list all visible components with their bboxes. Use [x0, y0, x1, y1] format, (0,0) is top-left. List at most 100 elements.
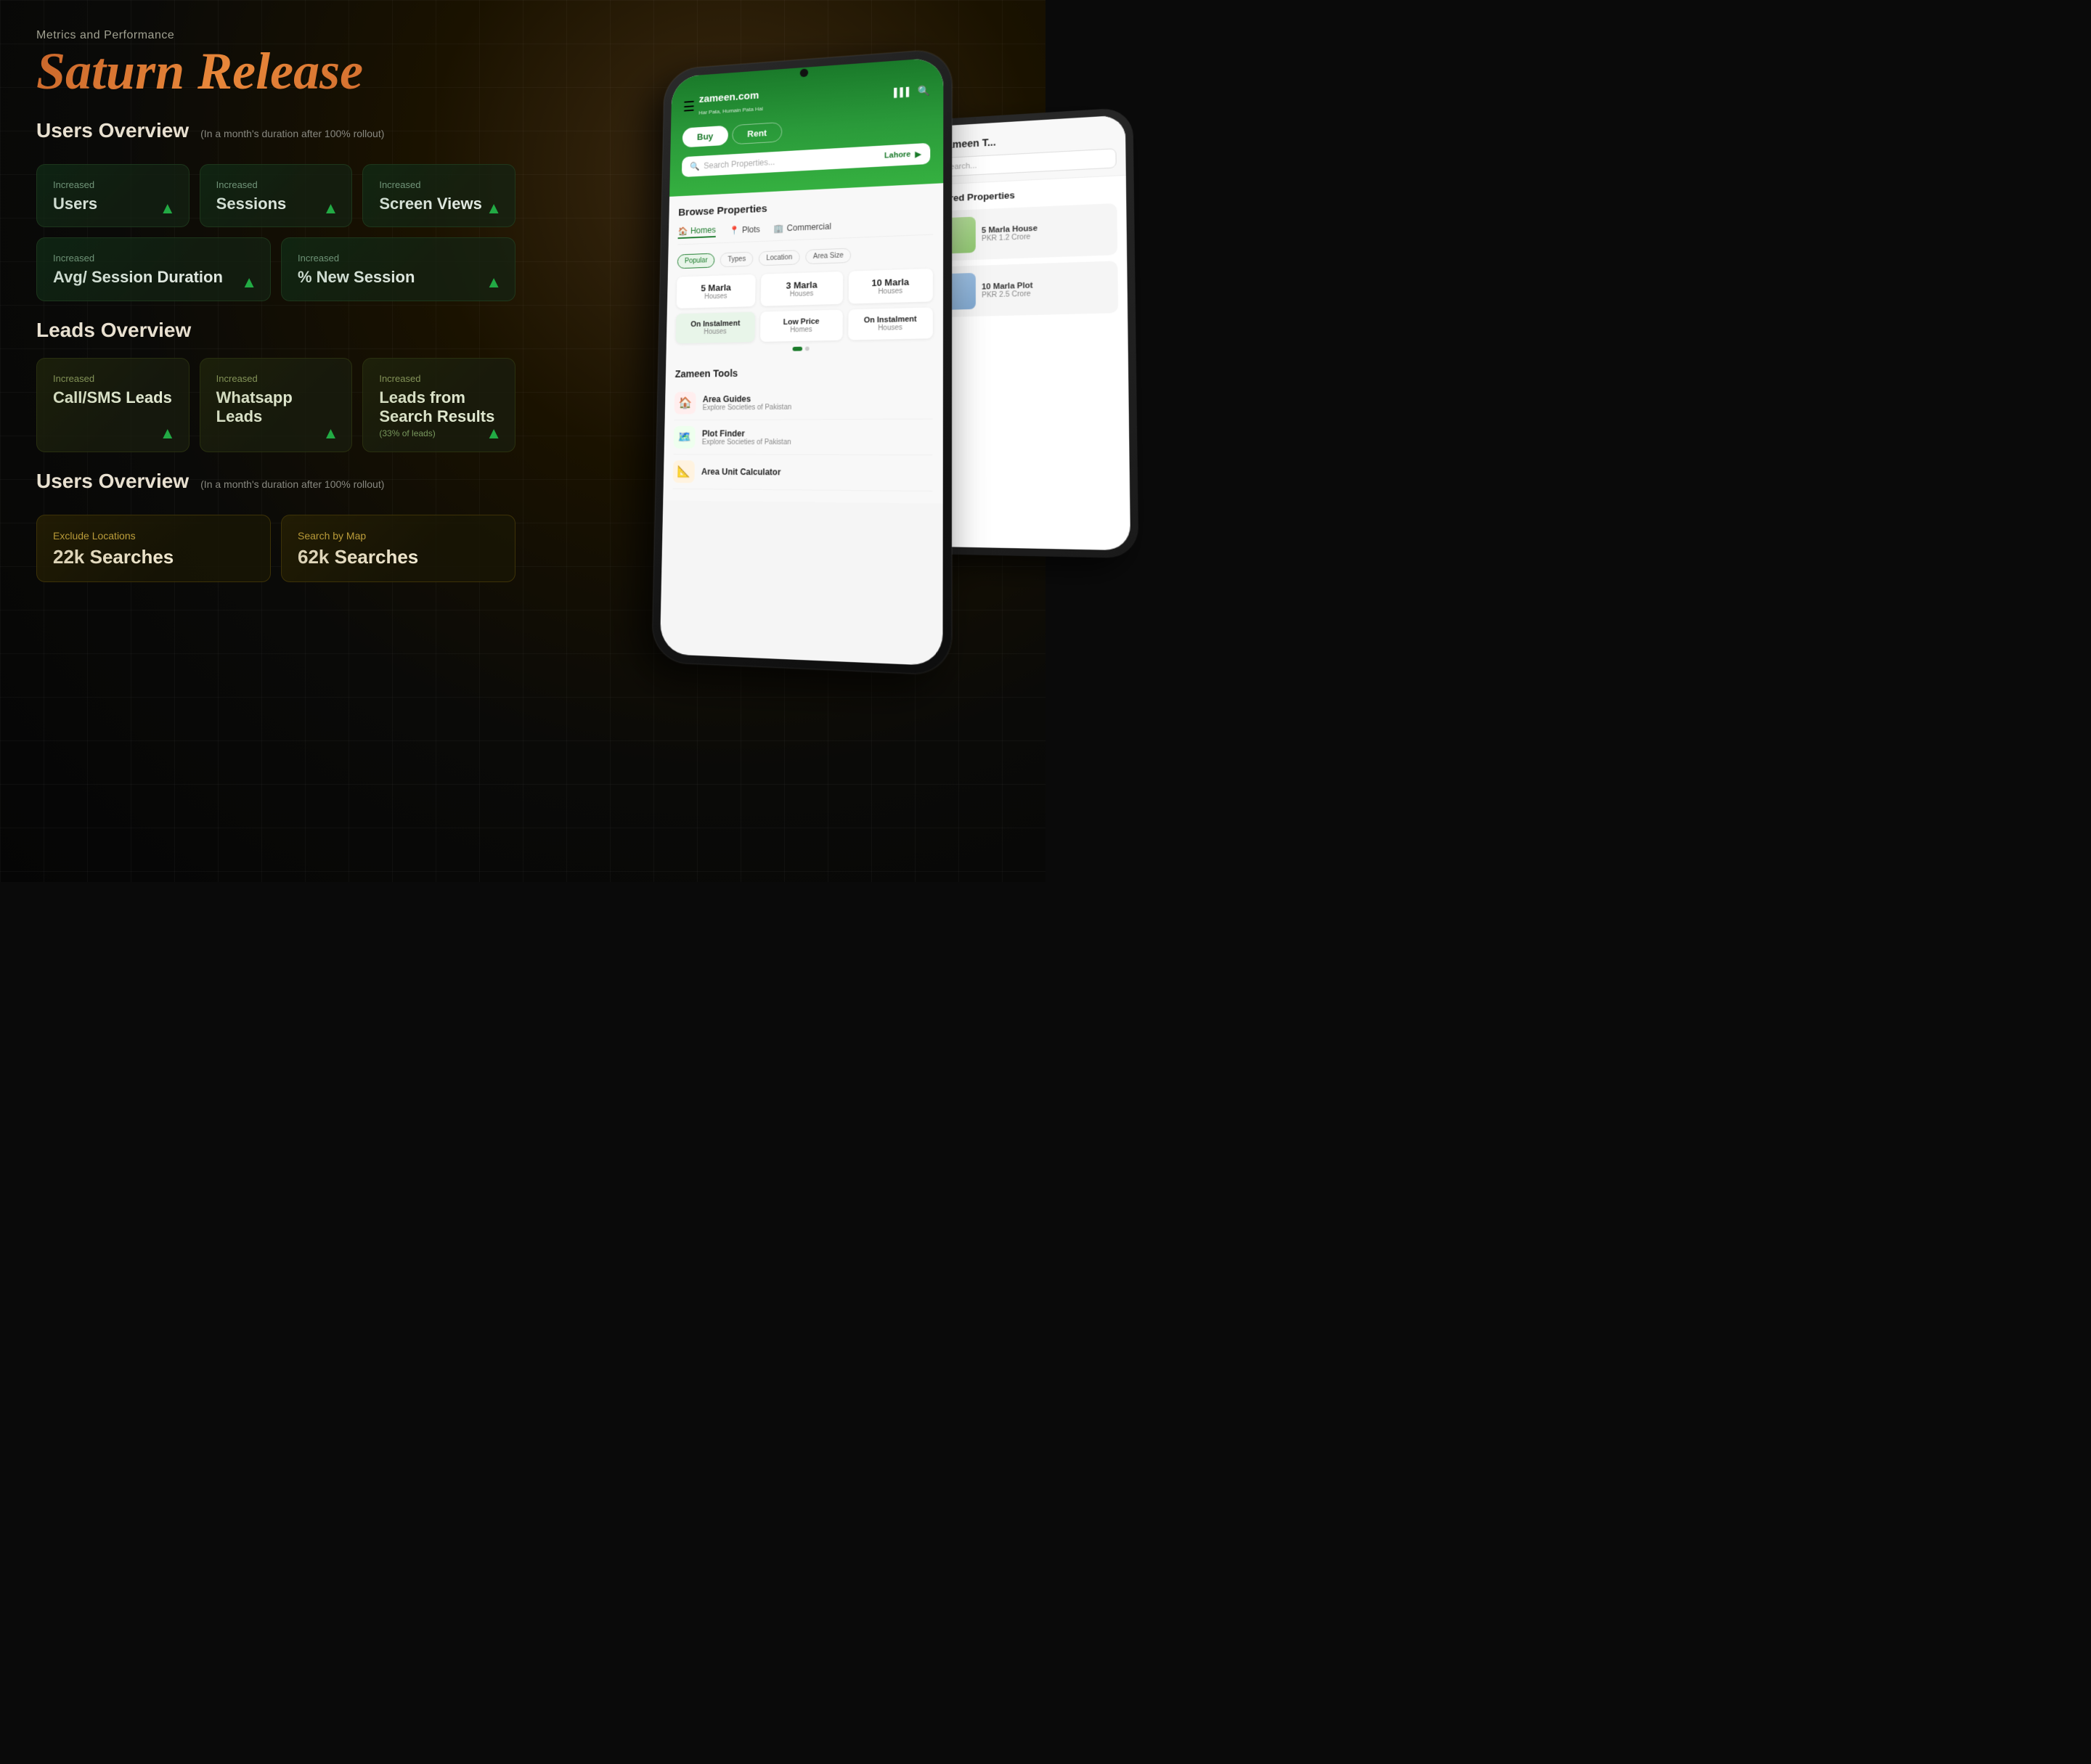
prop-card-lowprice[interactable]: Low Price Homes — [760, 310, 842, 342]
card-avg-arrow: ▲ — [241, 274, 257, 290]
prop-card-instalment2[interactable]: On Instalment Houses — [848, 307, 933, 340]
area-calc-icon: 📐 — [673, 460, 695, 483]
plot-finder-sub: Explore Societies of Pakistan — [702, 438, 791, 446]
card-map-label: Search by Map — [298, 530, 499, 542]
plot-finder-name: Plot Finder — [702, 428, 791, 438]
card-users-label: Increased — [53, 179, 173, 190]
users-section-subtitle: (In a month's duration after 100% rollou… — [200, 128, 384, 139]
tool-area-guides[interactable]: 🏠 Area Guides Explore Societies of Pakis… — [674, 383, 932, 420]
search-bar-icon: 🔍 — [690, 161, 700, 171]
card-call-label: Increased — [53, 373, 173, 384]
phone-screen: ☰ zameen.com Har Pata, Humain Pata Hai ▌… — [660, 57, 944, 666]
users-cards-row2: Increased Avg/ Session Duration ▲ Increa… — [36, 237, 515, 301]
buy-tab[interactable]: Buy — [682, 126, 728, 148]
filter-row: Popular Types Location Area Size — [677, 245, 933, 269]
card-leads-search-title: Leads from Search Results — [379, 388, 499, 427]
card-avg-session: Increased Avg/ Session Duration ▲ — [36, 237, 271, 301]
prop-10marla-type: Houses — [854, 287, 927, 297]
prop-tab-commercial[interactable]: 🏢 Commercial — [774, 220, 831, 235]
leads-section-header: Leads Overview — [36, 319, 515, 346]
tools-section: Zameen Tools 🏠 Area Guides Explore Socie… — [673, 364, 933, 491]
tools-title: Zameen Tools — [675, 364, 933, 380]
tool-plot-finder[interactable]: 🗺️ Plot Finder Explore Societies of Paki… — [674, 420, 933, 456]
card-new-session-label: Increased — [298, 253, 499, 264]
card-sessions-title: Sessions — [216, 195, 336, 213]
phone-back-title: Featured Properties — [924, 185, 1117, 205]
plots-icon: 📍 — [729, 225, 739, 235]
phone-container: ☰ Zameen T... 🔍 Search... Featured Prope… — [648, 39, 1077, 871]
app-logo-row: ☰ zameen.com Har Pata, Humain Pata Hai ▌… — [683, 78, 931, 119]
phone-back-card1-price: PKR 1.2 Crore — [982, 232, 1038, 242]
property-tabs: 🏠 Homes 📍 Plots 🏢 Commercial — [677, 216, 933, 245]
users-overview-section: Users Overview (In a month's duration af… — [36, 119, 515, 301]
search-section-title: Users Overview — [36, 470, 189, 493]
prop-card-10marla[interactable]: 10 Marla Houses — [848, 269, 933, 304]
filter-area-size[interactable]: Area Size — [805, 248, 851, 265]
card-new-session: Increased % New Session ▲ — [281, 237, 515, 301]
card-sessions-label: Increased — [216, 179, 336, 190]
prop-card-3marla[interactable]: 3 Marla Houses — [761, 271, 843, 306]
filter-popular[interactable]: Popular — [677, 253, 715, 269]
hamburger-icon: ☰ — [683, 98, 696, 115]
subtitle: Metrics and Performance — [36, 29, 515, 42]
users-section-title: Users Overview — [36, 119, 189, 142]
search-section-subtitle: (In a month's duration after 100% rollou… — [200, 478, 384, 490]
signal-bars-icon: ▌▌▌ — [894, 86, 912, 97]
prop-card-5marla[interactable]: 5 Marla Houses — [677, 274, 756, 309]
app-header: ☰ zameen.com Har Pata, Humain Pata Hai ▌… — [669, 57, 943, 197]
users-cards-row1: Increased Users ▲ Increased Sessions ▲ I… — [36, 164, 515, 227]
search-bar[interactable]: 🔍 Search Properties... Lahore ▶ — [682, 143, 930, 177]
leads-cards-row: Increased Call/SMS Leads ▲ Increased Wha… — [36, 358, 515, 452]
area-guides-name: Area Guides — [703, 393, 792, 404]
card-avg-label: Increased — [53, 253, 254, 264]
area-calc-name: Area Unit Calculator — [701, 467, 781, 477]
plot-finder-icon: 🗺️ — [674, 426, 696, 449]
phone-main: ☰ zameen.com Har Pata, Humain Pata Hai ▌… — [651, 48, 952, 675]
card-sessions: Increased Sessions ▲ — [200, 164, 353, 227]
phone-back-card1: 5 Marla House PKR 1.2 Crore — [924, 203, 1117, 261]
commercial-icon: 🏢 — [774, 224, 784, 234]
card-whatsapp-title: Whatsapp Leads — [216, 388, 336, 427]
card-call-sms: Increased Call/SMS Leads ▲ — [36, 358, 189, 452]
tool-area-calc[interactable]: 📐 Area Unit Calculator — [673, 454, 933, 491]
card-sessions-arrow: ▲ — [323, 200, 339, 216]
dot-1 — [793, 347, 803, 351]
leads-overview-section: Leads Overview Increased Call/SMS Leads … — [36, 319, 515, 452]
card-map-title: 62k Searches — [298, 546, 499, 568]
card-exclude-label: Exclude Locations — [53, 530, 254, 542]
card-new-session-title: % New Session — [298, 268, 499, 287]
card-exclude-title: 22k Searches — [53, 546, 254, 568]
location-arrow-icon: ▶ — [915, 149, 921, 159]
home-icon: 🏠 — [678, 226, 688, 237]
prop-tab-plots[interactable]: 📍 Plots — [729, 223, 760, 237]
card-users: Increased Users ▲ — [36, 164, 189, 227]
filter-location[interactable]: Location — [759, 250, 800, 266]
search-overview-section: Users Overview (In a month's duration af… — [36, 470, 515, 582]
phone-back-search: 🔍 Search... — [924, 148, 1117, 178]
area-guides-sub: Explore Societies of Pakistan — [703, 403, 792, 412]
users-section-header: Users Overview (In a month's duration af… — [36, 119, 515, 152]
location-badge: Lahore — [884, 150, 910, 160]
card-leads-search-label: Increased — [379, 373, 499, 384]
prop-tab-homes[interactable]: 🏠 Homes — [678, 225, 716, 239]
card-leads-search: Increased Leads from Search Results (33%… — [362, 358, 515, 452]
area-guides-icon: 🏠 — [674, 392, 696, 415]
card-leads-search-arrow: ▲ — [486, 425, 502, 441]
card-screen-arrow: ▲ — [486, 200, 502, 216]
app-body: Browse Properties 🏠 Homes 📍 Plots 🏢 Comm… — [663, 183, 943, 503]
header-section: Metrics and Performance Saturn Release — [36, 29, 515, 97]
rent-tab[interactable]: Rent — [732, 122, 783, 144]
prop-card-instalment1[interactable]: On Instalment Houses — [676, 312, 756, 344]
card-screen-label: Increased — [379, 179, 499, 190]
app-logo: ☰ zameen.com Har Pata, Humain Pata Hai — [683, 89, 764, 119]
buy-rent-tabs: Buy Rent — [682, 113, 931, 147]
card-users-arrow: ▲ — [160, 200, 176, 216]
dot-2 — [805, 346, 810, 351]
main-content: Metrics and Performance Saturn Release U… — [0, 0, 552, 629]
card-whatsapp-label: Increased — [216, 373, 336, 384]
card-new-session-arrow: ▲ — [486, 274, 502, 290]
search-cards-row: Exclude Locations 22k Searches Search by… — [36, 515, 515, 582]
filter-types[interactable]: Types — [720, 252, 754, 268]
search-section-header: Users Overview (In a month's duration af… — [36, 470, 515, 503]
card-avg-title: Avg/ Session Duration — [53, 268, 254, 287]
